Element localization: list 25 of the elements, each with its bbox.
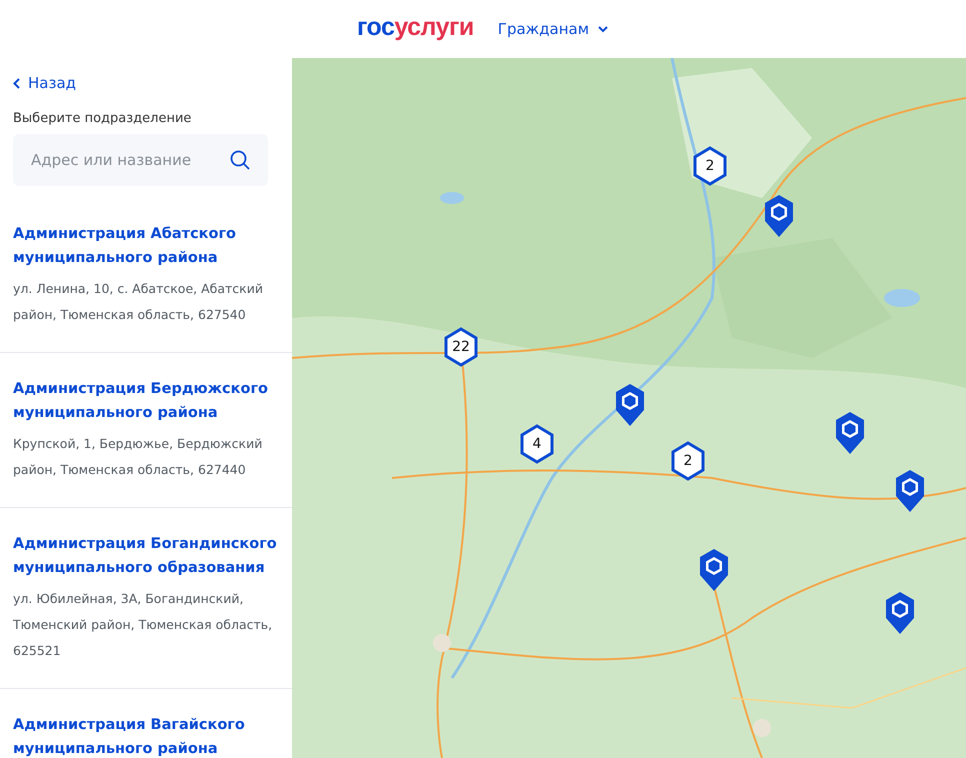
office-title-link[interactable]: Администрация Богандинского муниципального образования	[13, 532, 279, 580]
logo[interactable]: госуслуги	[356, 12, 474, 46]
office-title-link[interactable]: Администрация Вагайского муниципального района	[13, 712, 279, 758]
chevron-icon	[597, 25, 610, 33]
cluster-marker[interactable]: 4	[519, 424, 555, 464]
office-title-link[interactable]: Администрация Абатского муниципального района	[13, 222, 279, 270]
map-pin-icon[interactable]	[894, 469, 926, 513]
office-title-link[interactable]: Администрация Бердюжского муниципального района	[13, 376, 279, 424]
office-address: ул. Юбилейная, 3А, Богандинский, Тюменский район, Тюменская область, 625521	[13, 590, 274, 660]
office-address: Крупской, 1, Бердюжье, Бердюжский район, Тюменская область, 627440	[13, 434, 264, 479]
section-prompt: Выберите подразделение	[13, 110, 192, 126]
map-pin-icon[interactable]	[834, 411, 866, 455]
chevron-icon	[13, 78, 20, 88]
back-link[interactable]: Назад	[13, 74, 76, 92]
map-pin-icon[interactable]	[763, 194, 795, 238]
office-address: ул. Ленина, 10, с. Абатское, Абатский район, Тюменская область, 627540	[13, 280, 264, 324]
map-pin-icon[interactable]	[884, 591, 916, 635]
map-pin-icon[interactable]	[698, 548, 730, 592]
search-icon[interactable]	[230, 150, 250, 170]
search-field[interactable]: Адрес или название	[13, 134, 268, 186]
cluster-marker[interactable]: 2	[692, 146, 728, 186]
cluster-marker[interactable]: 22	[443, 327, 479, 367]
map-pin-icon[interactable]	[614, 383, 646, 427]
menu-dropdown[interactable]: Гражданам	[498, 20, 610, 38]
cluster-marker[interactable]: 2	[670, 441, 706, 481]
